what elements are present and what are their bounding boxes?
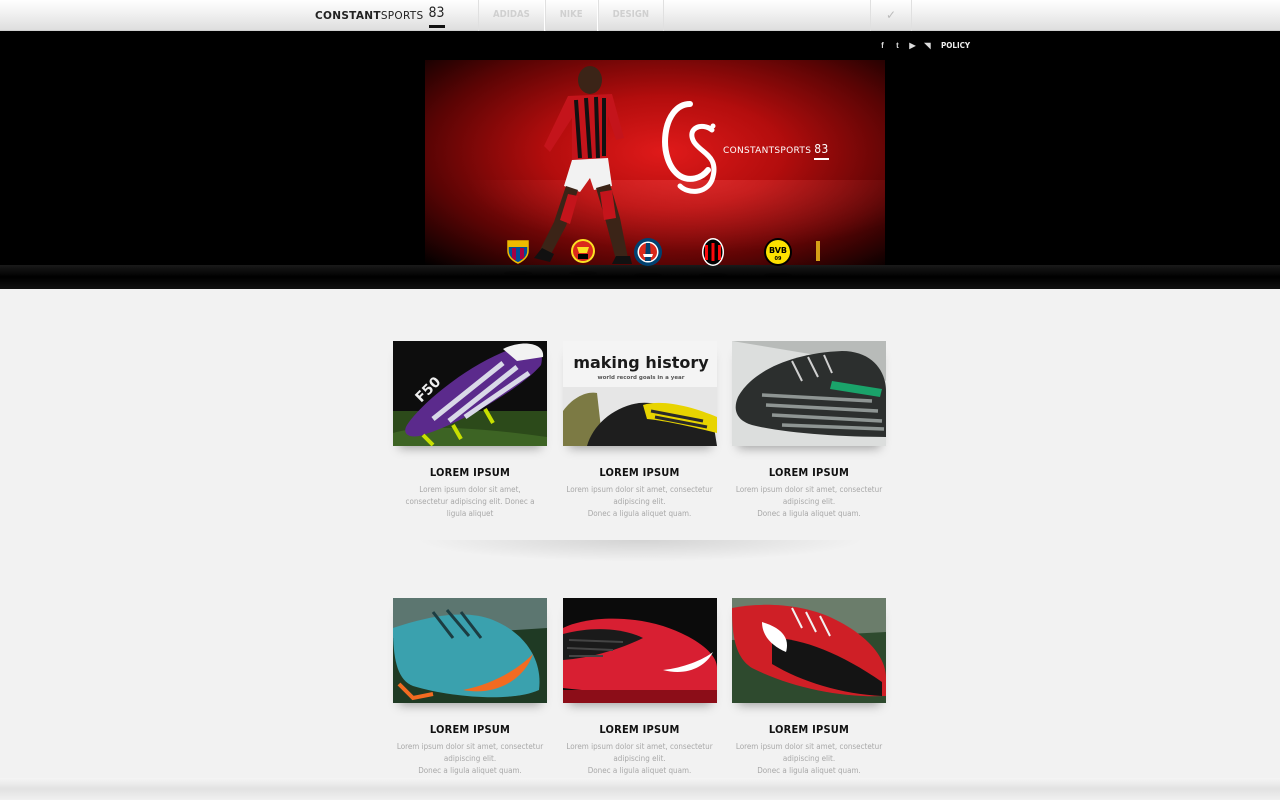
logo-shadow: [633, 273, 662, 277]
main-nav: ADIDAS NIKE DESIGN: [478, 0, 664, 31]
red-nike-boot-image[interactable]: [562, 598, 717, 703]
product-description: Lorem ipsum dolor sit amet, consectetur …: [735, 742, 883, 775]
partial-club-logo[interactable]: [810, 237, 820, 285]
product-title: LOREM IPSUM: [599, 723, 680, 736]
making-history-boots-image[interactable]: making history world record goals in a y…: [562, 341, 717, 446]
product-card[interactable]: LOREM IPSUM Lorem ipsum dolor sit amet, …: [732, 341, 886, 520]
product-row-2: LOREM IPSUM Lorem ipsum dolor sit amet, …: [393, 598, 886, 777]
image-subcaption: world record goals in a year: [597, 375, 684, 381]
club-carousel: BVB 09: [485, 237, 830, 285]
hero-banner: CONSTANTSPORTS 83: [425, 60, 885, 265]
logo-text: CONSTANTSPORTS: [315, 10, 424, 22]
teal-nike-boot-image[interactable]: [393, 598, 547, 703]
logo-shadow: [763, 273, 792, 277]
svg-text:09: 09: [774, 256, 781, 262]
checkmark-icon[interactable]: ✓: [870, 0, 912, 31]
product-description: Lorem ipsum dolor sit amet, consectetur …: [566, 485, 713, 518]
black-predator-boot-image[interactable]: [732, 341, 886, 446]
logo-shadow: [503, 271, 532, 275]
rss-icon[interactable]: ◥: [920, 41, 935, 50]
nav-item-nike[interactable]: NIKE: [544, 0, 598, 31]
player-image: [534, 66, 632, 264]
banner-brand-text: CONSTANTSPORTS 83: [723, 142, 829, 156]
product-card[interactable]: making history world record goals in a y…: [562, 341, 717, 520]
product-row-1: F50 LOREM IPSUM Lorem ipsum dolor sit am…: [393, 341, 886, 520]
twitter-icon[interactable]: t: [890, 41, 905, 50]
product-card[interactable]: F50 LOREM IPSUM Lorem ipsum dolor sit am…: [393, 341, 547, 520]
footer-bar: [0, 778, 1280, 800]
borussia-dortmund-logo[interactable]: BVB 09: [745, 237, 810, 285]
psg-logo[interactable]: [615, 237, 680, 285]
product-card[interactable]: LOREM IPSUM Lorem ipsum dolor sit amet, …: [393, 598, 547, 777]
manchester-united-logo[interactable]: [550, 237, 615, 285]
purple-adidas-boot-image[interactable]: F50: [393, 341, 547, 446]
product-description: Lorem ipsum dolor sit amet, consectetur a…: [405, 485, 535, 518]
cs-monogram-logo: [662, 101, 717, 194]
ac-milan-logo[interactable]: [680, 237, 745, 285]
product-description: Lorem ipsum dolor sit amet, consectetur …: [566, 742, 713, 775]
logo-shadow: [568, 271, 597, 275]
logo-shadow: [698, 273, 727, 277]
section-divider: [415, 540, 865, 562]
product-description: Lorem ipsum dolor sit amet, consectetur …: [735, 485, 883, 518]
product-description: Lorem ipsum dolor sit amet, consectetur …: [396, 742, 544, 775]
nav-item-adidas[interactable]: ADIDAS: [478, 0, 545, 31]
product-title: LOREM IPSUM: [768, 466, 850, 479]
top-navigation-bar: CONSTANTSPORTS 83 ADIDAS NIKE DESIGN ✓: [0, 0, 1280, 31]
product-title: LOREM IPSUM: [429, 466, 511, 479]
youtube-icon[interactable]: ▶: [905, 41, 920, 50]
site-logo[interactable]: CONSTANTSPORTS 83: [315, 5, 445, 29]
social-links: f t ▶ ◥ POLICY: [875, 41, 970, 50]
svg-text:BVB: BVB: [768, 246, 786, 255]
product-card[interactable]: LOREM IPSUM Lorem ipsum dolor sit amet, …: [562, 598, 717, 777]
product-title: LOREM IPSUM: [599, 466, 680, 479]
image-caption: making history: [573, 353, 709, 372]
fc-barcelona-logo[interactable]: [485, 237, 550, 285]
logo-number: 83: [428, 5, 445, 28]
nav-item-design[interactable]: DESIGN: [597, 0, 664, 31]
product-card[interactable]: LOREM IPSUM Lorem ipsum dolor sit amet, …: [732, 598, 886, 777]
red-black-nike-boot-image[interactable]: [732, 598, 886, 703]
facebook-icon[interactable]: f: [875, 41, 890, 50]
product-title: LOREM IPSUM: [768, 723, 850, 736]
product-title: LOREM IPSUM: [429, 723, 511, 736]
policy-link[interactable]: POLICY: [941, 41, 970, 50]
